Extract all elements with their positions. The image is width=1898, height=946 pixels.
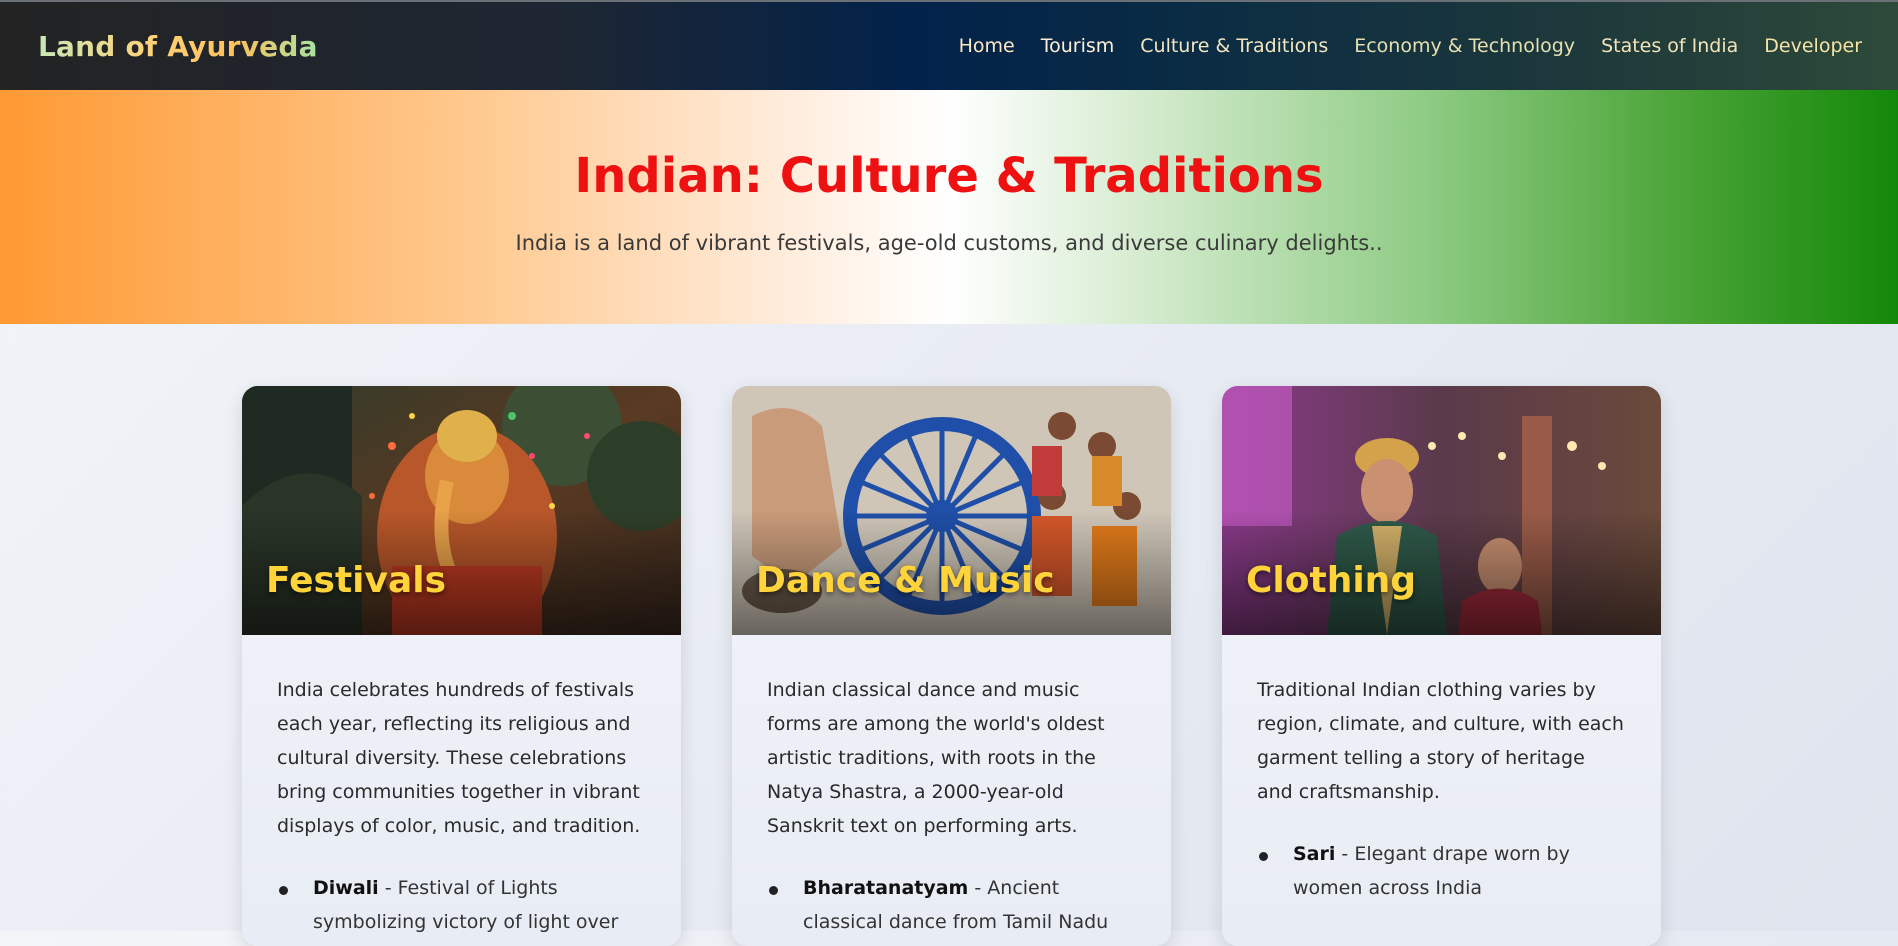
site-logo[interactable]: Land of Ayurveda: [38, 30, 318, 63]
list-item-name: Bharatanatyam: [803, 877, 969, 899]
card-description: India celebrates hundreds of festivals e…: [277, 679, 641, 837]
nav-link-economy-technology[interactable]: Economy & Technology: [1354, 35, 1575, 57]
nav-link-states-of-india[interactable]: States of India: [1601, 35, 1738, 57]
nav-link-developer[interactable]: Developer: [1764, 35, 1862, 57]
dance-music-image: Dance & Music: [732, 386, 1171, 635]
hero-banner: Indian: Culture & Traditions India is a …: [0, 90, 1898, 324]
clothing-list: Sari - Elegant drape worn by women acros…: [1257, 837, 1625, 905]
card-description: Indian classical dance and music forms a…: [767, 679, 1105, 837]
page-title: Indian: Culture & Traditions: [574, 148, 1324, 204]
bullet-icon: [279, 886, 288, 895]
main-nav: Home Tourism Culture & Traditions Econom…: [959, 35, 1862, 57]
clothing-image: Clothing: [1222, 386, 1661, 635]
top-navbar: Land of Ayurveda Home Tourism Culture & …: [0, 0, 1898, 90]
card-title-festivals: Festivals: [266, 560, 447, 601]
nav-link-home[interactable]: Home: [959, 35, 1015, 57]
bullet-icon: [769, 886, 778, 895]
nav-link-tourism[interactable]: Tourism: [1041, 35, 1115, 57]
dance-list: Bharatanatyam - Ancient classical dance …: [767, 871, 1135, 939]
festival-list: Diwali - Festival of Lights symbolizing …: [277, 871, 645, 939]
list-item-desc: - Elegant drape worn by women across Ind…: [1293, 843, 1570, 899]
card-festivals[interactable]: Festivals India celebrates hundreds of f…: [242, 386, 681, 946]
list-item: Diwali - Festival of Lights symbolizing …: [277, 871, 645, 939]
card-clothing[interactable]: Clothing Traditional Indian clothing var…: [1222, 386, 1661, 946]
nav-link-culture-traditions[interactable]: Culture & Traditions: [1140, 35, 1328, 57]
card-title-dance-music: Dance & Music: [756, 560, 1055, 601]
bullet-icon: [1259, 852, 1268, 861]
list-item-name: Diwali: [313, 877, 379, 899]
card-body-clothing: Traditional Indian clothing varies by re…: [1222, 635, 1661, 905]
card-title-clothing: Clothing: [1246, 560, 1417, 601]
list-item: Sari - Elegant drape worn by women acros…: [1257, 837, 1625, 905]
card-grid: Festivals India celebrates hundreds of f…: [0, 324, 1898, 946]
card-dance-music[interactable]: Dance & Music Indian classical dance and…: [732, 386, 1171, 946]
card-body-festivals: India celebrates hundreds of festivals e…: [242, 635, 681, 939]
list-item: Bharatanatyam - Ancient classical dance …: [767, 871, 1135, 939]
card-description: Traditional Indian clothing varies by re…: [1257, 679, 1624, 803]
page-subtitle: India is a land of vibrant festivals, ag…: [515, 230, 1383, 255]
list-item-name: Sari: [1293, 843, 1336, 865]
card-body-dance-music: Indian classical dance and music forms a…: [732, 635, 1171, 939]
festivals-image: Festivals: [242, 386, 681, 635]
